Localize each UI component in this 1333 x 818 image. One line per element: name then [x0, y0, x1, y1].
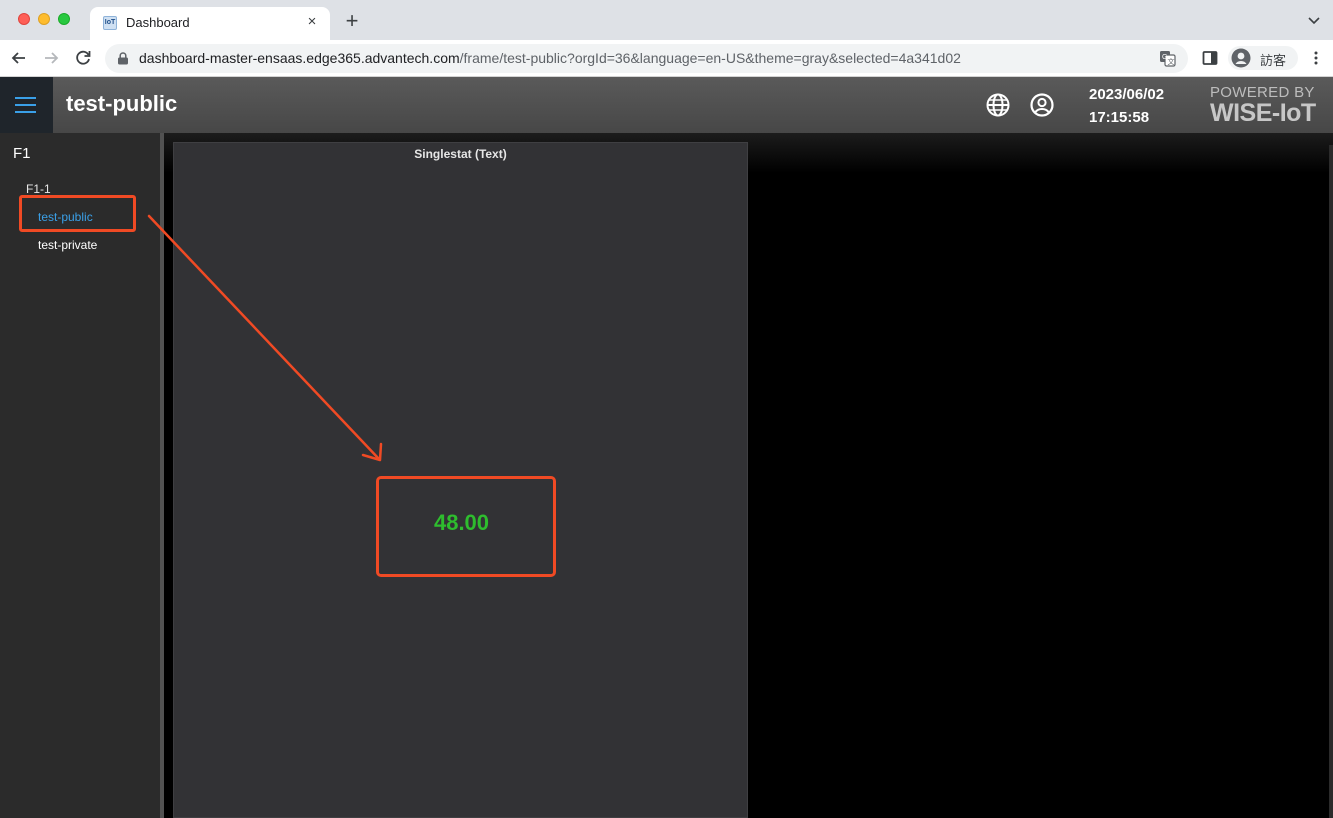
- singlestat-value: 48.00: [433, 510, 490, 535]
- browser-tab-dashboard[interactable]: IoT Dashboard ×: [90, 7, 330, 40]
- profile-button[interactable]: 訪客: [1228, 46, 1298, 70]
- back-arrow-icon[interactable]: [9, 48, 29, 68]
- header-date: 2023/06/02: [1089, 86, 1165, 103]
- user-account-icon[interactable]: [1029, 92, 1055, 118]
- sidebar: F1 F1-1 test-public test-private: [0, 133, 160, 818]
- new-tab-button[interactable]: +: [340, 10, 364, 34]
- browser-tab-bar: IoT Dashboard × +: [0, 0, 1333, 40]
- panel-title[interactable]: Singlestat (Text): [174, 147, 747, 161]
- iot-favicon-icon: IoT: [103, 16, 117, 30]
- svg-text:文: 文: [1168, 57, 1175, 66]
- translate-icon[interactable]: G 文: [1159, 50, 1176, 67]
- window-zoom-button[interactable]: [58, 13, 70, 25]
- menu-bar-icon: [15, 97, 36, 99]
- avatar-icon: [1231, 48, 1251, 68]
- address-bar[interactable]: dashboard-master-ensaas.edge365.advantec…: [105, 44, 1188, 73]
- wise-iot-logo: WISE-IoT: [1210, 99, 1316, 127]
- url-text[interactable]: dashboard-master-ensaas.edge365.advantec…: [139, 50, 961, 66]
- tab-search-chevron-down-icon[interactable]: [1307, 13, 1321, 27]
- globe-icon[interactable]: [985, 92, 1011, 118]
- menu-bar-icon: [15, 111, 36, 113]
- singlestat-panel[interactable]: Singlestat (Text) 48.00: [173, 142, 748, 818]
- header-time: 17:15:58: [1089, 109, 1150, 126]
- sidebar-item-test-public[interactable]: test-public: [38, 210, 93, 224]
- url-host: dashboard-master-ensaas.edge365.advantec…: [139, 50, 460, 66]
- page-title: test-public: [66, 91, 178, 116]
- reload-icon[interactable]: [73, 48, 93, 68]
- window-close-button[interactable]: [18, 13, 30, 25]
- side-panel-icon[interactable]: [1202, 50, 1218, 66]
- menu-bar-icon: [15, 104, 36, 106]
- dashboard-canvas: Singlestat (Text) 48.00: [164, 133, 1333, 818]
- lock-icon[interactable]: [117, 52, 129, 65]
- sidebar-item-test-private[interactable]: test-private: [38, 238, 97, 252]
- more-options-icon[interactable]: [1308, 50, 1324, 66]
- app-header: test-public 2023/06/02 17:15:58 POWERED …: [0, 77, 1333, 133]
- browser-toolbar: dashboard-master-ensaas.edge365.advantec…: [0, 40, 1333, 77]
- forward-arrow-icon[interactable]: [41, 48, 61, 68]
- tab-title: Dashboard: [126, 15, 190, 30]
- tab-close-icon[interactable]: ×: [302, 12, 322, 32]
- sidebar-group-f1[interactable]: F1: [13, 145, 31, 162]
- hamburger-menu-button[interactable]: [0, 77, 53, 133]
- url-path: /frame/test-public?orgId=36&language=en-…: [459, 50, 961, 66]
- scrollbar[interactable]: [1329, 145, 1333, 818]
- sidebar-subgroup-f1-1[interactable]: F1-1: [26, 182, 51, 196]
- profile-label: 訪客: [1260, 53, 1287, 68]
- window-minimize-button[interactable]: [38, 13, 50, 25]
